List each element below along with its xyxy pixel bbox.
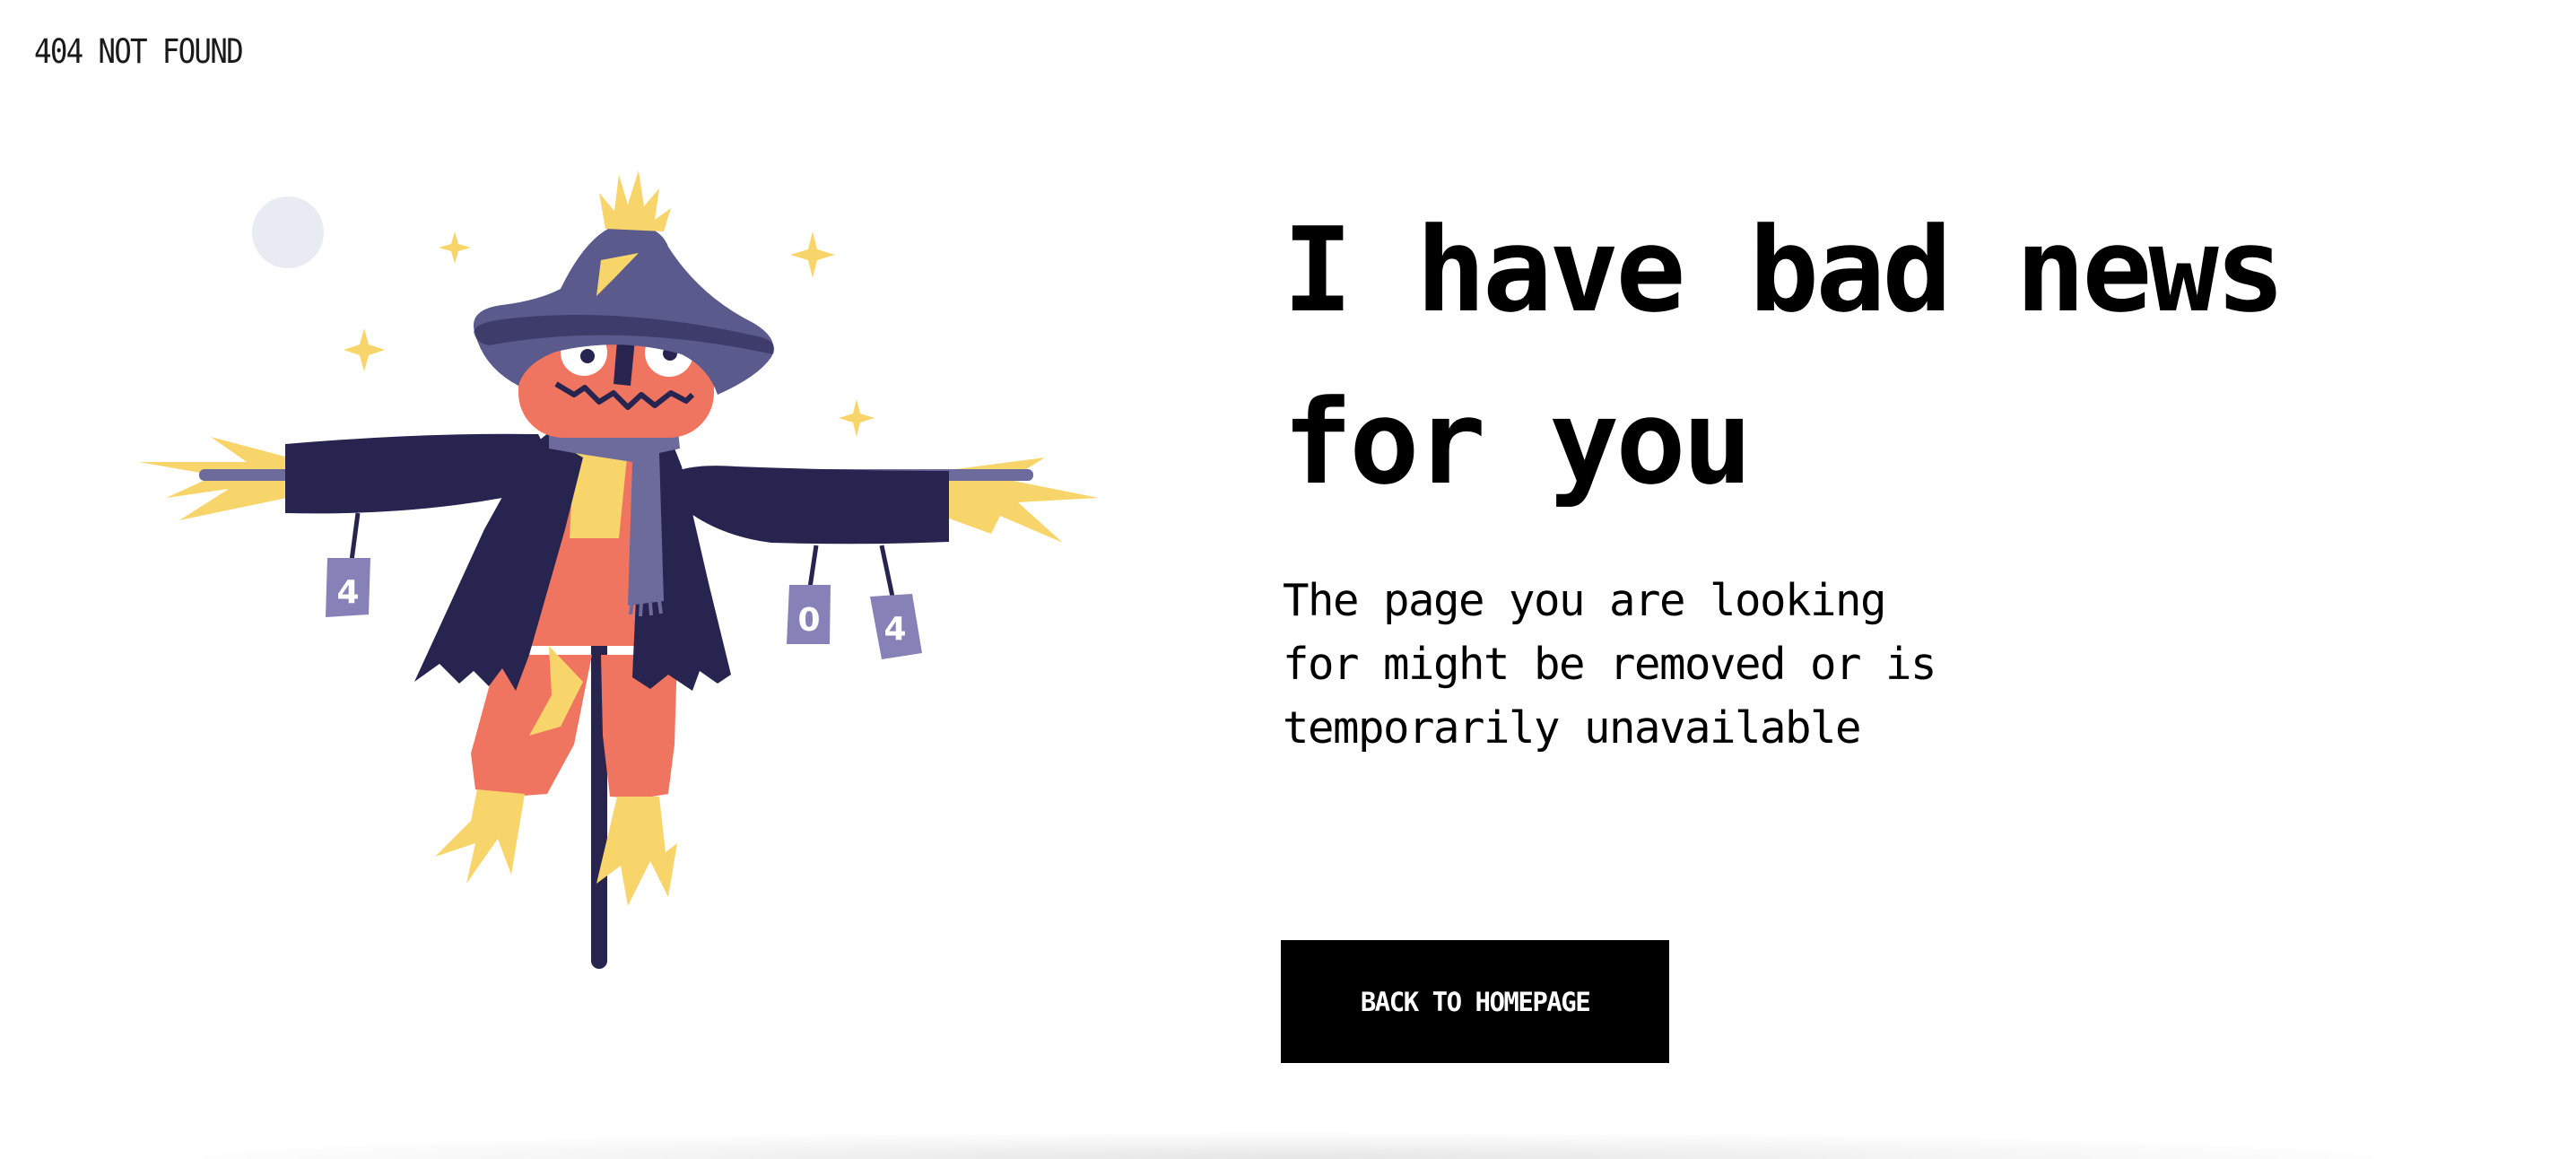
hanging-can-middle: 0 bbox=[787, 545, 831, 644]
moon-icon bbox=[252, 196, 324, 268]
left-foot-straw bbox=[435, 789, 525, 884]
page-headline: I have bad news for you bbox=[1283, 202, 2285, 510]
svg-text:4: 4 bbox=[336, 574, 359, 611]
footer-shadow bbox=[197, 1132, 2379, 1159]
right-foot-straw bbox=[596, 797, 677, 906]
hat-straw bbox=[599, 170, 671, 231]
svg-text:0: 0 bbox=[797, 602, 820, 639]
page-description: The page you are looking for might be re… bbox=[1283, 575, 1937, 754]
brand-logo[interactable]: 404 NOT FOUND bbox=[34, 32, 244, 71]
svg-text:4: 4 bbox=[883, 611, 906, 648]
back-to-homepage-button[interactable]: BACK TO HOMEPAGE bbox=[1281, 940, 1669, 1063]
hanging-can-left: 4 bbox=[326, 512, 370, 617]
hanging-can-right: 4 bbox=[870, 545, 922, 659]
scarecrow-illustration: 4 0 4 bbox=[139, 170, 1099, 969]
